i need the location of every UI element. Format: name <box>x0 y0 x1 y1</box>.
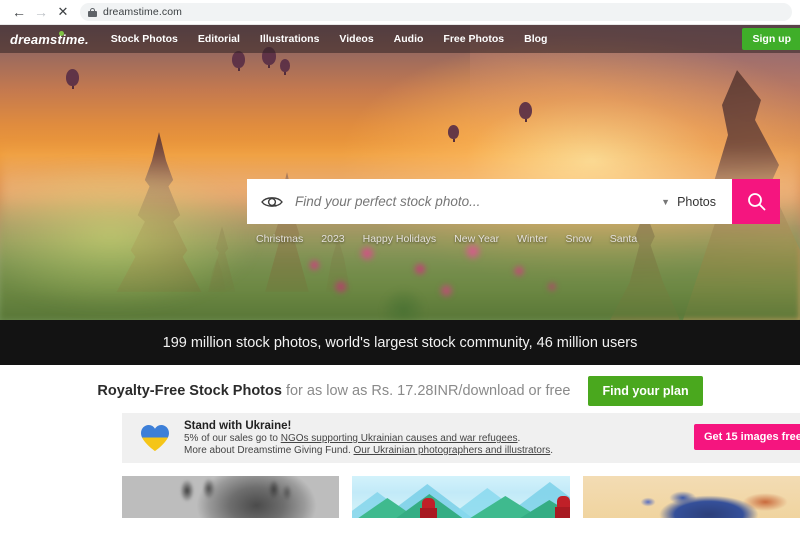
stats-banner: 199 million stock photos, world's larges… <box>0 320 800 365</box>
ukraine-title: Stand with Ukraine! <box>184 420 292 432</box>
balloon-icon <box>448 125 459 139</box>
tag-christmas[interactable]: Christmas <box>256 233 303 245</box>
search-button[interactable] <box>732 179 780 224</box>
ukraine-heart-icon <box>140 424 170 452</box>
close-icon[interactable]: ✕ <box>52 1 74 23</box>
nav-item-audio[interactable]: Audio <box>394 33 424 45</box>
find-your-plan-button[interactable]: Find your plan <box>588 376 703 406</box>
browser-toolbar: ← → ✕ dreamstime.com <box>0 0 800 25</box>
site-logo-text: dreamstime. <box>10 31 89 47</box>
tag-happy-holidays[interactable]: Happy Holidays <box>363 233 437 245</box>
royalty-free-title: Royalty-Free Stock Photos <box>97 383 282 399</box>
ukraine-line-1-prefix: 5% of our sales go to <box>184 433 281 444</box>
balloon-icon <box>66 69 79 86</box>
get-images-free-button[interactable]: Get 15 images free <box>694 424 800 450</box>
thumbnail-blue-orange-creature[interactable] <box>582 476 800 518</box>
sign-up-button[interactable]: Sign up <box>741 28 800 50</box>
eye-search-icon[interactable] <box>261 194 283 209</box>
tag-winter[interactable]: Winter <box>517 233 547 245</box>
site-logo[interactable]: dreamstime. <box>10 30 89 47</box>
search-bar: ▼ Photos <box>247 179 780 224</box>
royalty-free-row: Royalty-Free Stock Photos for as low as … <box>0 365 800 413</box>
royalty-free-text: Royalty-Free Stock Photos for as low as … <box>97 383 570 399</box>
search-type-value: Photos <box>677 194 716 209</box>
royalty-free-subtitle: for as low as Rs. 17.28INR/download or f… <box>281 383 571 399</box>
ukraine-banner-wrap: Stand with Ukraine! 5% of our sales go t… <box>0 413 800 463</box>
search-icon <box>747 193 765 211</box>
ukraine-text-block: Stand with Ukraine! 5% of our sales go t… <box>184 420 553 456</box>
main-nav: Stock Photos Editorial Illustrations Vid… <box>111 33 548 45</box>
address-bar-url: dreamstime.com <box>103 6 183 18</box>
search-type-dropdown[interactable]: ▼ Photos <box>655 195 732 209</box>
logo-dot-icon <box>59 30 64 36</box>
nav-item-editorial[interactable]: Editorial <box>198 33 240 45</box>
search-input[interactable] <box>295 194 656 209</box>
ukraine-line-1: 5% of our sales go to NGOs supporting Uk… <box>184 433 553 444</box>
nav-item-illustrations[interactable]: Illustrations <box>260 33 320 45</box>
stats-text: 199 million stock photos, world's larges… <box>162 334 638 351</box>
hero-section: dreamstime. Stock Photos Editorial Illus… <box>0 25 800 320</box>
ukraine-photographers-link[interactable]: Our Ukrainian photographers and illustra… <box>354 445 551 456</box>
ukraine-line-1-suffix: . <box>517 433 521 444</box>
trending-tags: Christmas 2023 Happy Holidays New Year W… <box>256 233 637 245</box>
nav-item-free-photos[interactable]: Free Photos <box>443 33 504 45</box>
ukraine-ngo-link[interactable]: NGOs supporting Ukrainian causes and war… <box>281 433 518 444</box>
tag-snow[interactable]: Snow <box>565 233 591 245</box>
tag-2023[interactable]: 2023 <box>321 233 344 245</box>
search-input-container[interactable]: ▼ Photos <box>247 179 732 224</box>
tag-new-year[interactable]: New Year <box>454 233 499 245</box>
address-bar[interactable]: dreamstime.com <box>80 3 792 21</box>
lock-icon <box>88 7 97 17</box>
thumbnail-grayscale-horses[interactable] <box>122 476 340 518</box>
ukraine-line-2-suffix: . <box>550 445 554 456</box>
chevron-down-icon: ▼ <box>661 196 671 207</box>
site-header: dreamstime. Stock Photos Editorial Illus… <box>0 25 800 53</box>
thumbnail-row <box>0 463 800 518</box>
balloon-icon <box>280 59 290 72</box>
thumbnail-mountains-with-red-figures[interactable] <box>352 476 570 518</box>
nav-item-stock-photos[interactable]: Stock Photos <box>111 33 178 45</box>
ukraine-line-2-prefix: More about Dreamstime Giving Fund. <box>184 445 354 456</box>
ukraine-banner: Stand with Ukraine! 5% of our sales go t… <box>122 413 800 463</box>
tag-santa[interactable]: Santa <box>610 233 637 245</box>
hero-background-image <box>0 25 800 320</box>
nav-item-blog[interactable]: Blog <box>524 33 547 45</box>
balloon-icon <box>232 51 245 68</box>
ukraine-line-2: More about Dreamstime Giving Fund. Our U… <box>184 445 553 456</box>
nav-item-videos[interactable]: Videos <box>339 33 373 45</box>
balloon-icon <box>519 102 532 119</box>
back-icon[interactable]: ← <box>8 1 30 23</box>
forward-icon[interactable]: → <box>30 1 52 23</box>
